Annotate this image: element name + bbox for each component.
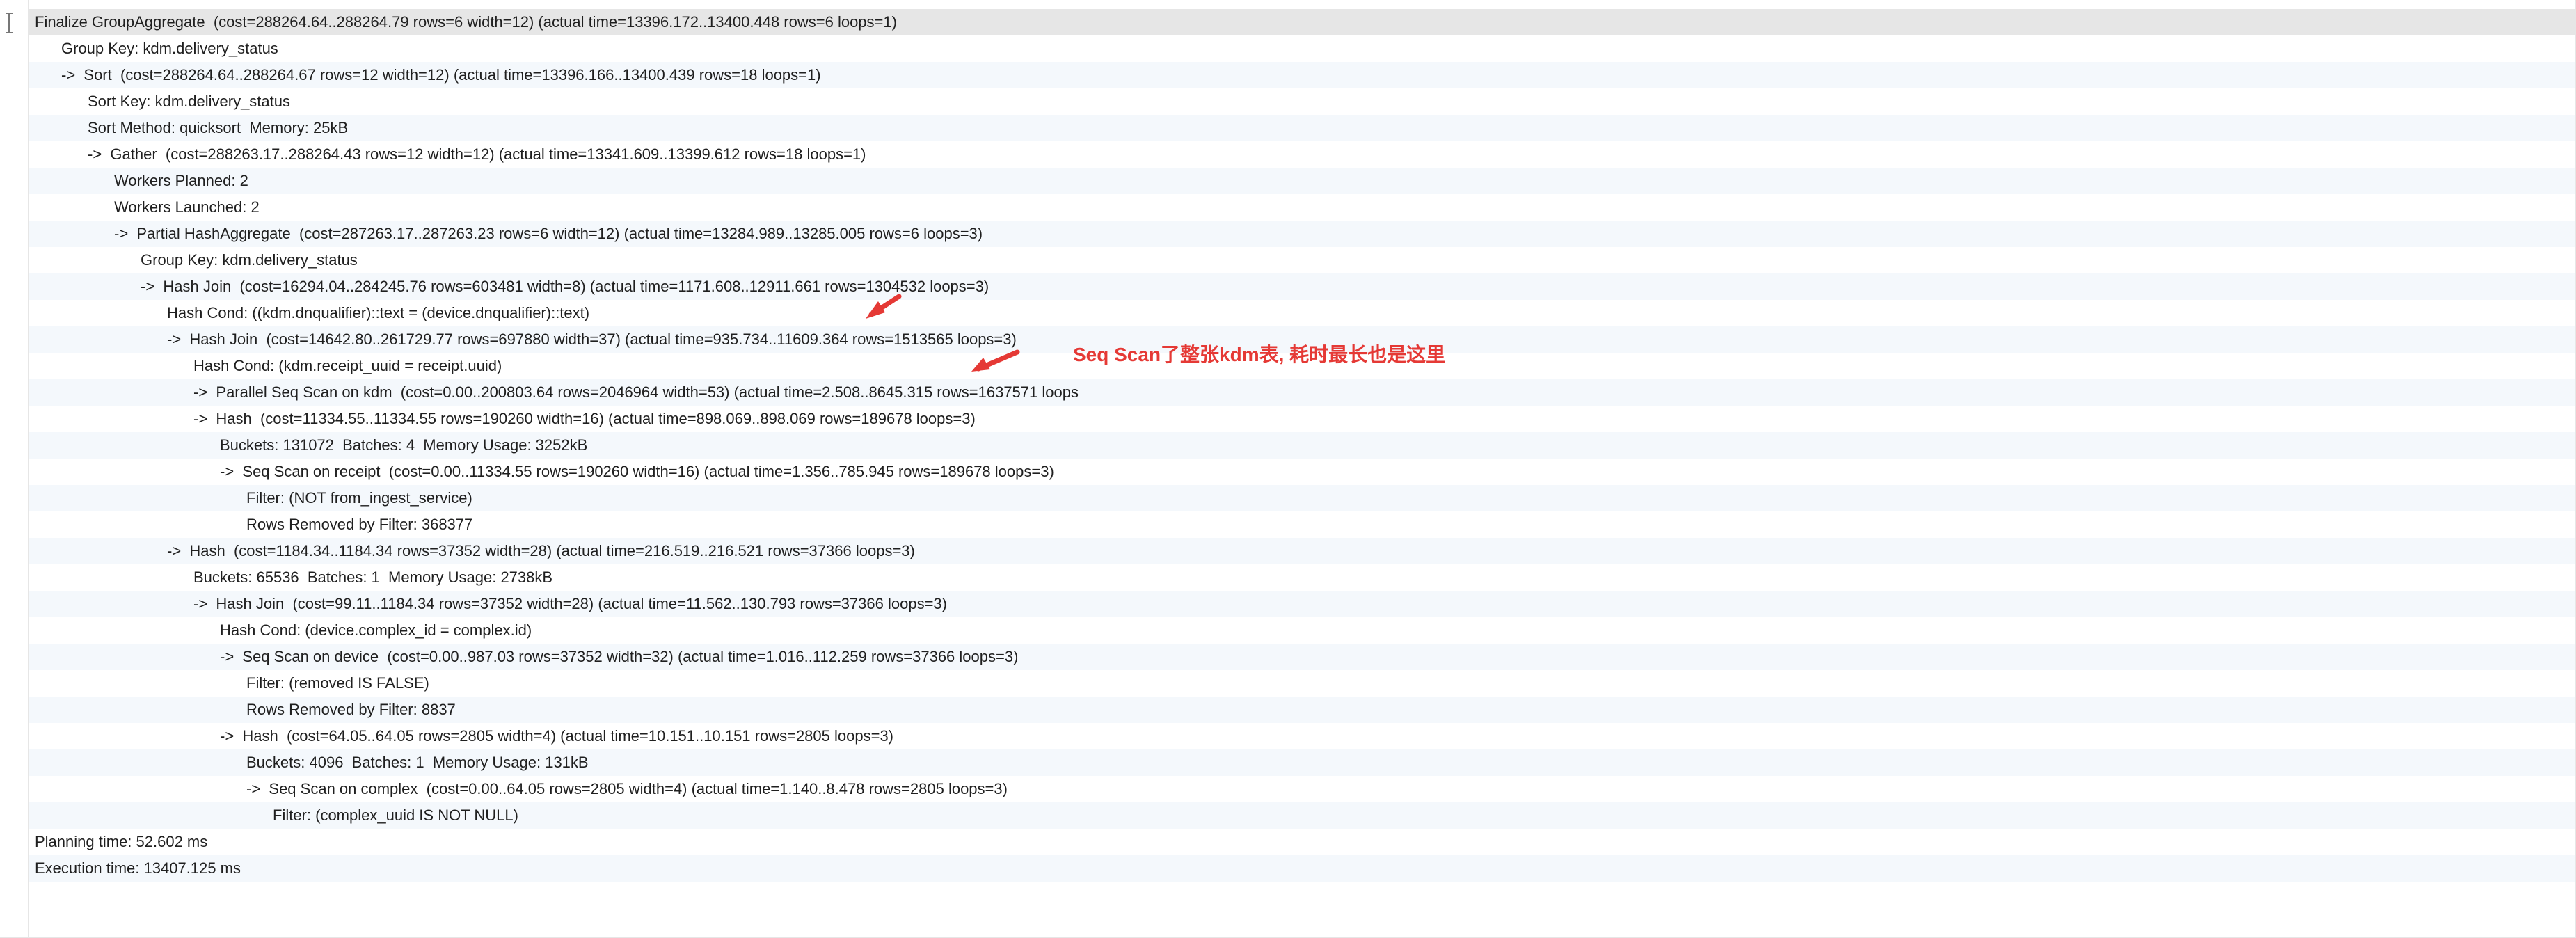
plan-line: -> Hash (cost=64.05..64.05 rows=2805 wid… (29, 723, 2575, 749)
plan-line: Buckets: 65536 Batches: 1 Memory Usage: … (29, 564, 2575, 591)
plan-line: -> Seq Scan on complex (cost=0.00..64.05… (29, 776, 2575, 802)
plan-line-text: Execution time: 13407.125 ms (35, 859, 241, 877)
plan-line: Workers Planned: 2 (29, 168, 2575, 194)
plan-line: -> Hash (cost=11334.55..11334.55 rows=19… (29, 406, 2575, 432)
plan-line: -> Gather (cost=288263.17..288264.43 row… (29, 141, 2575, 168)
plan-line: Hash Cond: (device.complex_id = complex.… (29, 617, 2575, 644)
plan-line: -> Hash (cost=1184.34..1184.34 rows=3735… (29, 538, 2575, 564)
plan-line-text: Buckets: 4096 Batches: 1 Memory Usage: 1… (246, 754, 589, 771)
plan-line: -> Hash Join (cost=16294.04..284245.76 r… (29, 273, 2575, 300)
plan-line-text: -> Hash (cost=11334.55..11334.55 rows=19… (193, 410, 976, 427)
plan-line-text: -> Hash (cost=64.05..64.05 rows=2805 wid… (220, 727, 893, 745)
plan-line-text: -> Seq Scan on receipt (cost=0.00..11334… (220, 463, 1054, 480)
plan-line-text: -> Hash Join (cost=14642.80..261729.77 r… (167, 331, 1017, 348)
plan-line-text: Sort Method: quicksort Memory: 25kB (88, 119, 349, 136)
plan-line: Rows Removed by Filter: 8837 (29, 697, 2575, 723)
plan-line-text: -> Seq Scan on device (cost=0.00..987.03… (220, 648, 1019, 665)
plan-line: Buckets: 131072 Batches: 4 Memory Usage:… (29, 432, 2575, 459)
query-plan-output[interactable]: Finalize GroupAggregate (cost=288264.64.… (29, 9, 2575, 882)
plan-line-text: Buckets: 65536 Batches: 1 Memory Usage: … (193, 569, 553, 586)
plan-line: Execution time: 13407.125 ms (29, 855, 2575, 882)
plan-line-text: Rows Removed by Filter: 368377 (246, 516, 473, 533)
plan-line: Rows Removed by Filter: 368377 (29, 511, 2575, 538)
plan-line-text: Rows Removed by Filter: 8837 (246, 701, 456, 718)
plan-line-text: -> Hash Join (cost=16294.04..284245.76 r… (141, 278, 989, 295)
query-plan-pane: Finalize GroupAggregate (cost=288264.64.… (0, 0, 2576, 938)
plan-line: Sort Key: kdm.delivery_status (29, 88, 2575, 115)
plan-line-text: Group Key: kdm.delivery_status (61, 40, 278, 57)
plan-line-text: Sort Key: kdm.delivery_status (88, 93, 291, 110)
plan-line: -> Parallel Seq Scan on kdm (cost=0.00..… (29, 379, 2575, 406)
plan-line-text: Planning time: 52.602 ms (35, 833, 208, 850)
plan-line: Hash Cond: ((kdm.dnqualifier)::text = (d… (29, 300, 2575, 326)
plan-line-text: Filter: (removed IS FALSE) (246, 674, 429, 692)
plan-line-text: -> Parallel Seq Scan on kdm (cost=0.00..… (193, 383, 1079, 401)
plan-line: -> Seq Scan on device (cost=0.00..987.03… (29, 644, 2575, 670)
plan-line: Buckets: 4096 Batches: 1 Memory Usage: 1… (29, 749, 2575, 776)
plan-line-text: Hash Cond: (device.complex_id = complex.… (220, 621, 532, 639)
plan-line: -> Hash Join (cost=99.11..1184.34 rows=3… (29, 591, 2575, 617)
plan-line-text: -> Hash (cost=1184.34..1184.34 rows=3735… (167, 542, 915, 559)
plan-line-text: -> Partial HashAggregate (cost=287263.17… (114, 225, 983, 242)
plan-line: Filter: (NOT from_ingest_service) (29, 485, 2575, 511)
plan-line: Filter: (removed IS FALSE) (29, 670, 2575, 697)
plan-line-text: Workers Launched: 2 (114, 198, 260, 216)
plan-line: Planning time: 52.602 ms (29, 829, 2575, 855)
plan-line: Sort Method: quicksort Memory: 25kB (29, 115, 2575, 141)
plan-line: Group Key: kdm.delivery_status (29, 35, 2575, 62)
plan-line-text: Buckets: 131072 Batches: 4 Memory Usage:… (220, 436, 588, 454)
plan-line: Filter: (complex_uuid IS NOT NULL) (29, 802, 2575, 829)
plan-line: Group Key: kdm.delivery_status (29, 247, 2575, 273)
text-cursor-icon (6, 13, 13, 33)
plan-line-text: -> Gather (cost=288263.17..288264.43 row… (88, 145, 866, 163)
plan-line-text: Filter: (complex_uuid IS NOT NULL) (273, 806, 518, 824)
plan-line-text: -> Sort (cost=288264.64..288264.67 rows=… (61, 66, 821, 84)
plan-line: -> Seq Scan on receipt (cost=0.00..11334… (29, 459, 2575, 485)
plan-line-text: Hash Cond: ((kdm.dnqualifier)::text = (d… (167, 304, 590, 321)
plan-line: -> Partial HashAggregate (cost=287263.17… (29, 221, 2575, 247)
annotation-note: Seq Scan了整张kdm表, 耗时最长也是这里 (1073, 344, 1446, 365)
plan-line: -> Sort (cost=288264.64..288264.67 rows=… (29, 62, 2575, 88)
plan-line-text: Finalize GroupAggregate (cost=288264.64.… (35, 13, 897, 31)
plan-line-text: -> Seq Scan on complex (cost=0.00..64.05… (246, 780, 1008, 797)
line-gutter (0, 0, 29, 938)
plan-line-text: Group Key: kdm.delivery_status (141, 251, 358, 269)
plan-line-text: Workers Planned: 2 (114, 172, 248, 189)
plan-line: Workers Launched: 2 (29, 194, 2575, 221)
plan-line-text: Hash Cond: (kdm.receipt_uuid = receipt.u… (193, 357, 502, 374)
plan-line-text: -> Hash Join (cost=99.11..1184.34 rows=3… (193, 595, 947, 612)
plan-line: Finalize GroupAggregate (cost=288264.64.… (29, 9, 2575, 35)
plan-line-text: Filter: (NOT from_ingest_service) (246, 489, 472, 507)
